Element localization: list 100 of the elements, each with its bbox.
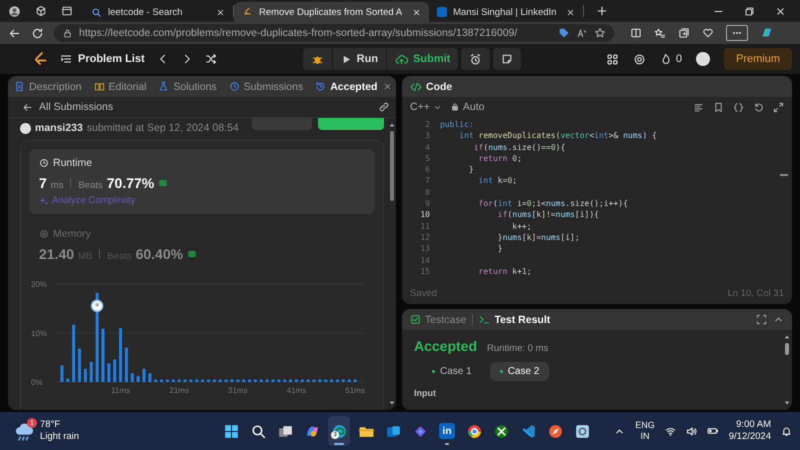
case-tab[interactable]: Case 1 (422, 362, 482, 381)
taskbar-app[interactable]: in (436, 416, 458, 446)
cloud-upload-icon (395, 52, 408, 66)
scroll-up-icon (389, 122, 395, 128)
browser-tab[interactable]: Mansi Singhal | LinkedIn (429, 2, 584, 22)
runtime-icon (39, 158, 49, 168)
all-submissions-link[interactable]: All Submissions (39, 101, 114, 113)
line-number: 2 (424, 119, 431, 130)
tab-panel-icon (61, 5, 73, 17)
panel-tab[interactable]: Editorial (94, 80, 146, 92)
rain-cloud-icon (14, 421, 34, 441)
split-screen-icon (630, 27, 642, 39)
notification-bell-icon (781, 426, 792, 436)
alarm-clock-icon (469, 52, 482, 66)
y-tick-label: 20% (31, 280, 48, 289)
panel-tab[interactable]: Testcase (410, 314, 466, 326)
y-tick-label: 0% (31, 378, 43, 387)
panel-tab[interactable]: Solutions (158, 80, 217, 92)
testcase-icon (410, 314, 421, 325)
debug-button[interactable] (302, 48, 332, 70)
wifi-icon (664, 426, 676, 436)
panel-tab[interactable]: Submissions (228, 80, 304, 92)
scroll-down-icon (389, 400, 395, 406)
address-bar[interactable]: https://leetcode.com/problems/remove-duplicates-from-sorted-array/submissions/1387216009/ (54, 24, 614, 42)
line-number: 7 (424, 175, 431, 187)
beats-percent: 60.40% (136, 246, 184, 262)
timer-button[interactable] (461, 48, 490, 70)
scroll-up-icon (784, 334, 790, 340)
x-tick-label: 11ms (111, 386, 130, 395)
line-number: 8 (424, 186, 431, 198)
settings-icon (632, 52, 646, 66)
x-tick-label: 21ms (169, 386, 189, 395)
notes-button[interactable] (493, 48, 522, 70)
collections-icon (678, 27, 690, 39)
panel-tab[interactable]: Description (14, 80, 82, 92)
language-indicator[interactable]: ENG IN (635, 420, 655, 442)
submit-button[interactable]: Submit (387, 48, 458, 70)
x-sphere-icon (492, 422, 510, 440)
line-number: 4 (424, 142, 431, 153)
line-number: 5 (424, 152, 431, 164)
run-button[interactable]: Run (332, 48, 386, 70)
back-arrow-icon (22, 102, 33, 112)
code-line: } (468, 164, 474, 176)
close-icon (412, 8, 422, 16)
line-number: 14 (419, 254, 431, 266)
clock[interactable]: 9:00 AM 9/12/2024 (728, 419, 771, 443)
note-icon (501, 53, 514, 65)
save-status: Saved (410, 288, 437, 298)
stat-title: Runtime (53, 157, 92, 169)
read-aloud-icon (576, 27, 588, 39)
cursor-position: Ln 10, Col 31 (727, 288, 784, 298)
code-line: return 0; (478, 152, 522, 164)
avatar[interactable] (696, 52, 710, 66)
favorites-list-icon (654, 27, 666, 39)
submitted-time: submitted at Sep 12, 2024 08:54 (86, 122, 239, 134)
code-icon (410, 80, 422, 92)
close-icon (216, 8, 225, 16)
code-line: for(int i=0;i<nums.size();i++){ (478, 198, 628, 210)
battery-icon (706, 425, 719, 437)
y-tick-label: 10% (31, 329, 48, 338)
list-icon (60, 53, 72, 65)
x-tick-label: 41ms (286, 386, 306, 395)
close-icon (775, 6, 786, 16)
expand-icon (773, 102, 784, 112)
code-line: int removeDuplicates(vector<int>& nums) { (458, 130, 657, 142)
stat-unit: ms (50, 180, 64, 191)
panel-tab[interactable]: Accepted (315, 80, 378, 92)
cubes-icon (35, 5, 47, 17)
code-editor-icon (520, 422, 536, 440)
username[interactable]: mansi233 (35, 122, 83, 134)
scrollbar-thumb[interactable] (785, 343, 789, 355)
profile-favicon-icon (437, 7, 448, 17)
link-icon (378, 101, 390, 113)
scrollbar-thumb[interactable] (390, 131, 394, 201)
problem-list-link[interactable]: Problem List (78, 53, 145, 65)
browser-tab[interactable]: leetcode - Search (83, 2, 233, 22)
stat-card[interactable]: Runtime 7 ms Beats 70.77% Analyze Complexity (29, 149, 375, 214)
user-avatar (20, 122, 31, 134)
premium-button[interactable]: Premium (724, 48, 792, 70)
shuffle-icon (204, 53, 217, 65)
line-number: 12 (419, 232, 431, 244)
speaker-icon (686, 426, 697, 436)
app-logo: in (439, 423, 455, 439)
code-line: k++; (511, 220, 532, 232)
color-ring-icon (466, 422, 482, 440)
panel-title: Code (426, 80, 452, 92)
x-tick-label: 31ms (228, 386, 248, 395)
browser-tab[interactable]: Remove Duplicates from Sorted A (234, 2, 430, 22)
tag-icon (558, 27, 570, 39)
more-menu-button[interactable] (726, 25, 748, 41)
language-select[interactable]: C++ (410, 101, 442, 113)
line-number: 15 (419, 266, 431, 278)
restore-icon (744, 6, 755, 16)
panel-tab[interactable]: Test Result (479, 314, 550, 326)
beats-percent: 70.77% (106, 175, 154, 191)
grid-icon (606, 52, 619, 66)
code-line: if(nums.size()==0){ (472, 142, 566, 153)
case-tab[interactable]: Case 2 (490, 362, 550, 381)
stat-value: 21.40 (39, 246, 74, 262)
sparkle-icon (39, 196, 49, 206)
